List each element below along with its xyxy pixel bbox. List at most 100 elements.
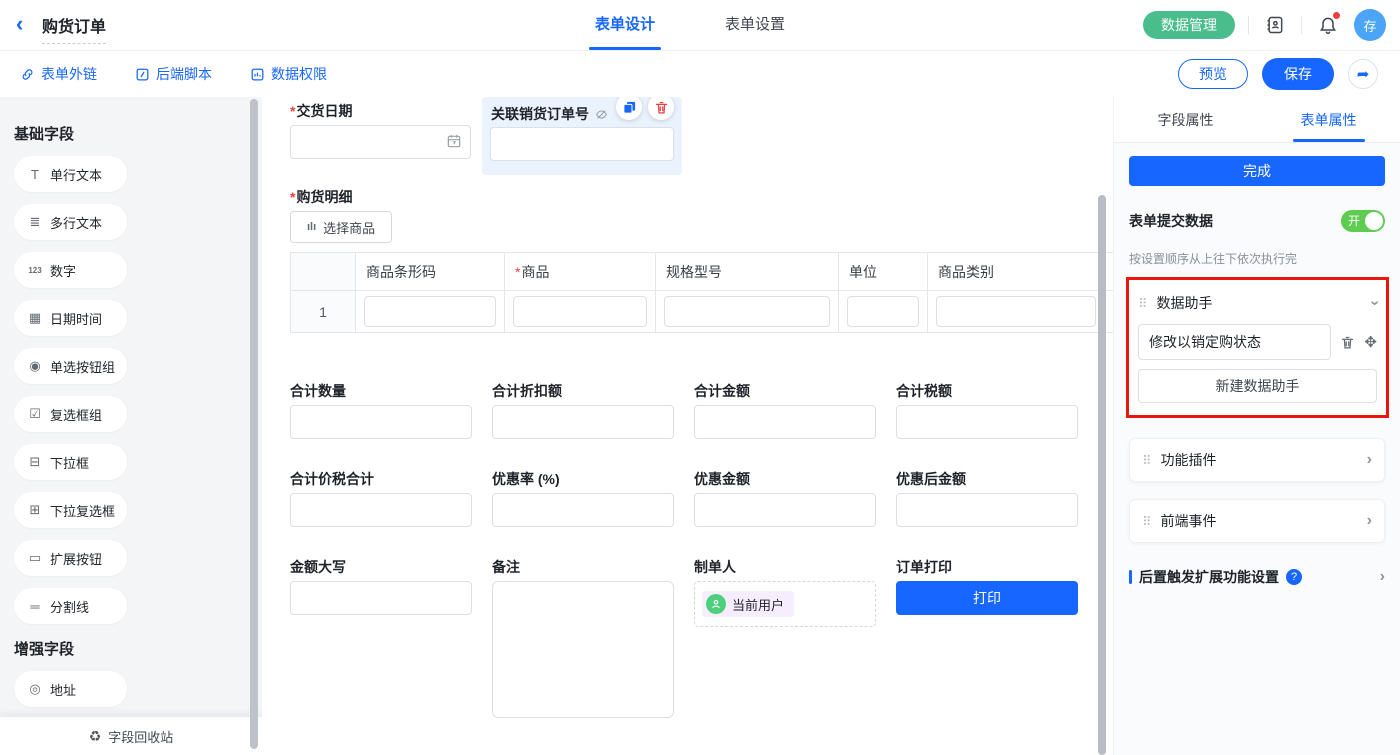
data-assistant-item[interactable]: 修改以销定购状态 — [1138, 324, 1331, 360]
total-with-tax-label: 合计价税合计 — [290, 469, 374, 489]
table-col-rownum: 1 — [291, 253, 356, 332]
remark-textarea[interactable] — [492, 581, 674, 718]
delete-assistant-icon[interactable] — [1340, 335, 1355, 350]
product-cell-input[interactable] — [513, 296, 647, 327]
page-title[interactable]: 购货订单 — [42, 13, 106, 44]
chevron-right-icon: › — [1367, 451, 1372, 469]
total-amount-input[interactable] — [694, 405, 876, 439]
post-trigger-settings-row[interactable]: 后置触发扩展功能设置 ? › — [1129, 567, 1385, 587]
checkbox-group-icon: ☑ — [27, 406, 43, 422]
drag-handle-icon[interactable]: ⠿ — [1142, 454, 1152, 467]
after-discount-input[interactable] — [896, 493, 1078, 527]
divider — [1248, 16, 1249, 34]
field-item-number[interactable]: 123数字 — [14, 252, 127, 288]
save-button[interactable]: 保存 — [1262, 58, 1334, 90]
field-item-datetime[interactable]: ▦日期时间 — [14, 300, 127, 336]
drag-handle-icon[interactable]: ⠿ — [1138, 297, 1148, 310]
table-header-rownum — [291, 253, 355, 291]
link-icon — [20, 67, 35, 82]
notification-badge — [1333, 12, 1340, 19]
amount-words-input[interactable] — [290, 581, 472, 615]
tab-form-settings[interactable]: 表单设置 — [725, 0, 785, 50]
delete-field-button[interactable] — [648, 97, 674, 120]
calendar-icon — [446, 133, 462, 149]
table-col-barcode: 商品条形码 — [356, 253, 505, 332]
script-icon — [135, 67, 150, 82]
extend-button-icon: ▭ — [27, 550, 43, 566]
field-item-divider[interactable]: ═分割线 — [14, 588, 127, 624]
column-label: 商品类别 — [938, 262, 994, 282]
toggle-knob — [1365, 212, 1383, 230]
field-item-radio-group[interactable]: ◉单选按钮组 — [14, 348, 127, 384]
drag-handle-icon[interactable]: ⠿ — [1142, 515, 1152, 528]
backend-script-link[interactable]: 后端脚本 — [135, 64, 212, 84]
spec-cell-input[interactable] — [664, 296, 830, 327]
field-item-extend-button[interactable]: ▭扩展按钮 — [14, 540, 127, 576]
new-data-assistant-button[interactable]: 新建数据助手 — [1138, 369, 1377, 403]
field-item-address[interactable]: ◎地址 — [14, 671, 127, 707]
recycle-icon: ♻ — [89, 728, 102, 745]
barcode-cell-input[interactable] — [364, 296, 496, 327]
total-with-tax-input[interactable] — [290, 493, 472, 527]
total-discount-input[interactable] — [492, 405, 674, 439]
move-assistant-icon[interactable]: ✥ — [1364, 333, 1377, 351]
data-assistant-header[interactable]: ⠿ 数据助手 › — [1138, 288, 1377, 318]
current-user-tag: 当前用户 — [702, 591, 794, 617]
field-item-single-line-text[interactable]: T单行文本 — [14, 156, 127, 192]
permission-icon — [250, 67, 265, 82]
unit-cell-input[interactable] — [847, 296, 919, 327]
chevron-right-icon: › — [1380, 568, 1385, 586]
creator-field[interactable]: 当前用户 — [694, 581, 876, 627]
field-item-multi-line-text[interactable]: ≣多行文本 — [14, 204, 127, 240]
copy-field-button[interactable] — [616, 97, 642, 120]
field-item-checkbox-group[interactable]: ☑复选框组 — [14, 396, 127, 432]
data-manage-button[interactable]: 数据管理 — [1143, 11, 1235, 39]
contacts-icon[interactable] — [1262, 12, 1288, 38]
plugin-label: 功能插件 — [1161, 450, 1358, 470]
notification-bell-icon[interactable] — [1315, 12, 1341, 38]
divider — [1301, 16, 1302, 34]
data-permission-link[interactable]: 数据权限 — [250, 64, 327, 84]
select-product-button[interactable]: ılı 选择商品 — [290, 211, 392, 243]
multi-line-text-icon: ≣ — [27, 214, 43, 230]
preview-button[interactable]: 预览 — [1178, 59, 1248, 89]
field-item-dropdown[interactable]: ⊟下拉框 — [14, 444, 127, 480]
field-item-dropdown-multi[interactable]: ⊞下拉复选框 — [14, 492, 127, 528]
total-tax-input[interactable] — [896, 405, 1078, 439]
tab-form-properties[interactable]: 表单属性 — [1257, 97, 1400, 142]
canvas-scrollbar[interactable] — [1098, 195, 1106, 755]
linked-sales-order-input[interactable] — [490, 127, 674, 161]
print-button[interactable]: 打印 — [896, 581, 1078, 615]
toolbar-actions: 预览 保存 ➦ — [1178, 51, 1378, 97]
total-qty-label: 合计数量 — [290, 381, 346, 401]
help-question-icon[interactable]: ? — [1286, 569, 1302, 585]
frontend-event-card[interactable]: ⠿ 前端事件 › — [1129, 499, 1385, 543]
field-recycle-bin[interactable]: ♻ 字段回收站 — [0, 717, 262, 755]
recycle-bin-label: 字段回收站 — [108, 727, 173, 746]
field-palette-sidebar: 基础字段 T单行文本 ≣多行文本 123数字 ▦日期时间 ◉单选按钮组 ☑复选框… — [0, 97, 262, 755]
delivery-date-field — [290, 125, 471, 159]
tab-field-properties[interactable]: 字段属性 — [1114, 97, 1257, 142]
back-icon[interactable]: ‹ — [16, 10, 23, 38]
form-external-link[interactable]: 表单外链 — [20, 64, 97, 84]
delivery-date-input[interactable] — [290, 125, 471, 159]
address-icon: ◎ — [27, 681, 43, 697]
share-button[interactable]: ➦ — [1348, 59, 1378, 89]
column-label: 商品条形码 — [366, 262, 436, 282]
submit-data-toggle[interactable]: 开 — [1341, 210, 1385, 232]
tab-form-design[interactable]: 表单设计 — [595, 0, 655, 50]
plugin-card[interactable]: ⠿ 功能插件 › — [1129, 438, 1385, 482]
field-label: 交货日期 — [296, 103, 352, 119]
purchase-detail-label: *购货明细 — [290, 187, 352, 207]
discount-rate-input[interactable] — [492, 493, 674, 527]
discount-amount-input[interactable] — [694, 493, 876, 527]
linked-sales-order-field-selected[interactable]: 关联销货订单号 — [482, 97, 682, 175]
radio-group-icon: ◉ — [27, 358, 43, 374]
field-item-label: 分割线 — [50, 597, 89, 616]
total-qty-input[interactable] — [290, 405, 472, 439]
done-button[interactable]: 完成 — [1129, 156, 1385, 186]
avatar[interactable]: 存 — [1354, 9, 1386, 41]
category-cell-input[interactable] — [936, 296, 1096, 327]
sidebar-scrollbar[interactable] — [250, 99, 258, 749]
column-label: 单位 — [849, 262, 877, 282]
